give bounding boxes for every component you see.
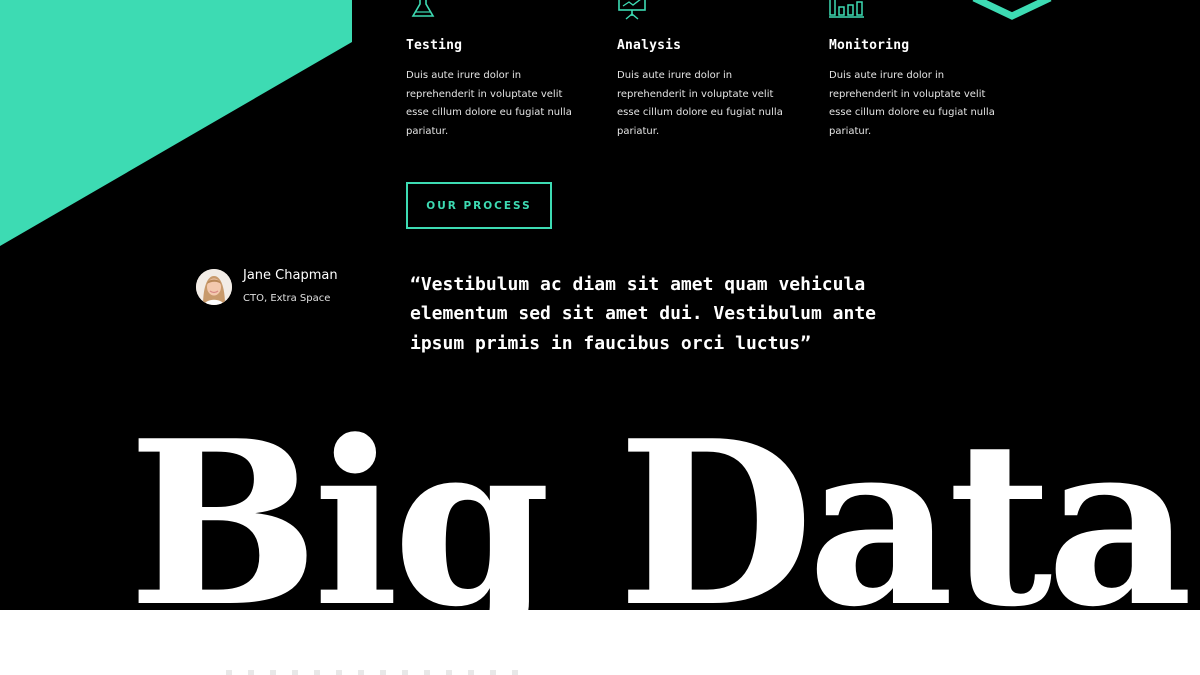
presentation-board-icon bbox=[618, 0, 646, 20]
feature-title: Analysis bbox=[617, 38, 682, 53]
hexagon-decoration bbox=[972, 0, 1052, 20]
feature-title: Monitoring bbox=[829, 38, 910, 53]
bar-chart-icon bbox=[829, 0, 864, 18]
person-avatar-icon bbox=[196, 269, 232, 305]
white-section-background bbox=[0, 610, 1200, 675]
accent-wedge-decoration bbox=[0, 0, 352, 246]
feature-description: Duis aute irure dolor in reprehenderit i… bbox=[617, 70, 783, 137]
feature-title: Testing bbox=[406, 38, 463, 53]
our-process-button[interactable]: OUR PROCESS bbox=[406, 182, 552, 229]
avatar[interactable] bbox=[196, 269, 232, 305]
feature-description: Duis aute irure dolor in reprehenderit i… bbox=[406, 70, 572, 137]
hero-big-title: Big Data bbox=[128, 392, 1193, 657]
testimonial-author-name: Jane Chapman bbox=[243, 268, 338, 283]
feature-description: Duis aute irure dolor in reprehenderit i… bbox=[829, 70, 995, 137]
flask-icon bbox=[411, 0, 435, 17]
faint-decoration bbox=[226, 670, 526, 675]
testimonial-quote: “Vestibulum ac diam sit amet quam vehicu… bbox=[410, 274, 876, 354]
testimonial-author-role: CTO, Extra Space bbox=[243, 293, 331, 304]
